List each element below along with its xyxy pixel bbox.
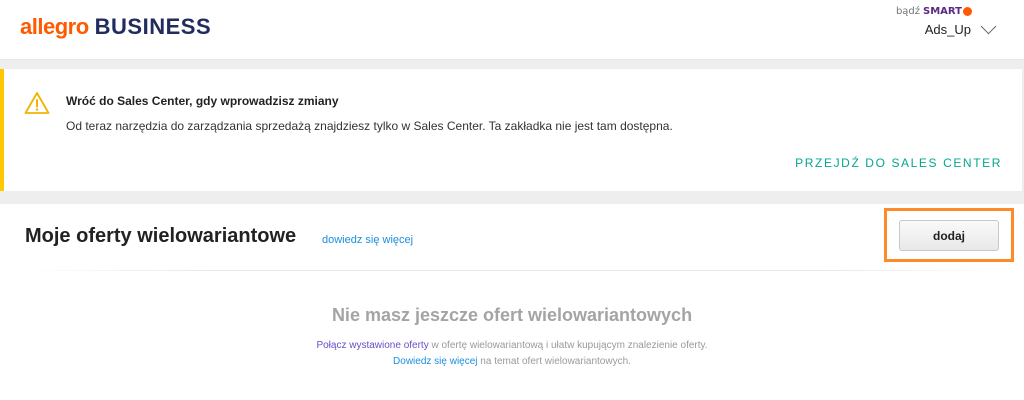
go-to-sales-center-link[interactable]: PRZEJDŹ DO SALES CENTER — [795, 156, 1002, 170]
user-menu[interactable]: Ads_Up — [924, 18, 997, 37]
smart-promo[interactable]: bądź SMART — [896, 6, 972, 17]
add-button[interactable]: dodaj — [899, 220, 999, 251]
empty-state-description: Połącz wystawione oferty w ofertę wielow… — [298, 338, 726, 370]
warning-banner: Wróć do Sales Center, gdy wprowadzisz zm… — [0, 69, 1022, 191]
allegro-business-logo[interactable]: allegro BUSINESS — [20, 14, 211, 44]
empty-state-text-1: w ofertę wielowariantową i ułatw kupując… — [428, 340, 708, 351]
banner-title: Wróć do Sales Center, gdy wprowadzisz zm… — [66, 94, 339, 108]
logo-business-text: BUSINESS — [94, 14, 212, 39]
connect-offers-link[interactable]: Połącz wystawione oferty — [316, 340, 428, 351]
page-title: Moje oferty wielowariantowe — [25, 225, 297, 247]
user-name: Ads_Up — [924, 22, 971, 37]
warning-icon — [24, 92, 50, 114]
smart-badge-icon — [963, 7, 972, 16]
smart-label: SMART — [923, 6, 962, 17]
smart-prefix: bądź — [895, 6, 921, 17]
logo-allegro-text: allegro — [20, 14, 89, 39]
divider — [25, 270, 1005, 271]
learn-more-variants-link[interactable]: Dowiedz się więcej — [393, 356, 477, 367]
empty-state-title: Nie masz jeszcze ofert wielowariantowych — [331, 305, 693, 325]
section-header: Moje oferty wielowariantowe dowiedz się … — [0, 205, 1024, 271]
top-bar: allegro BUSINESS bądź SMART Ads_Up — [0, 0, 1024, 60]
chevron-down-icon — [980, 18, 997, 35]
learn-more-link[interactable]: dowiedz się więcej — [322, 234, 413, 246]
empty-state-text-2: na temat ofert wielowariantowych. — [477, 356, 631, 367]
banner-text: Od teraz narzędzia do zarządzania sprzed… — [66, 119, 673, 133]
